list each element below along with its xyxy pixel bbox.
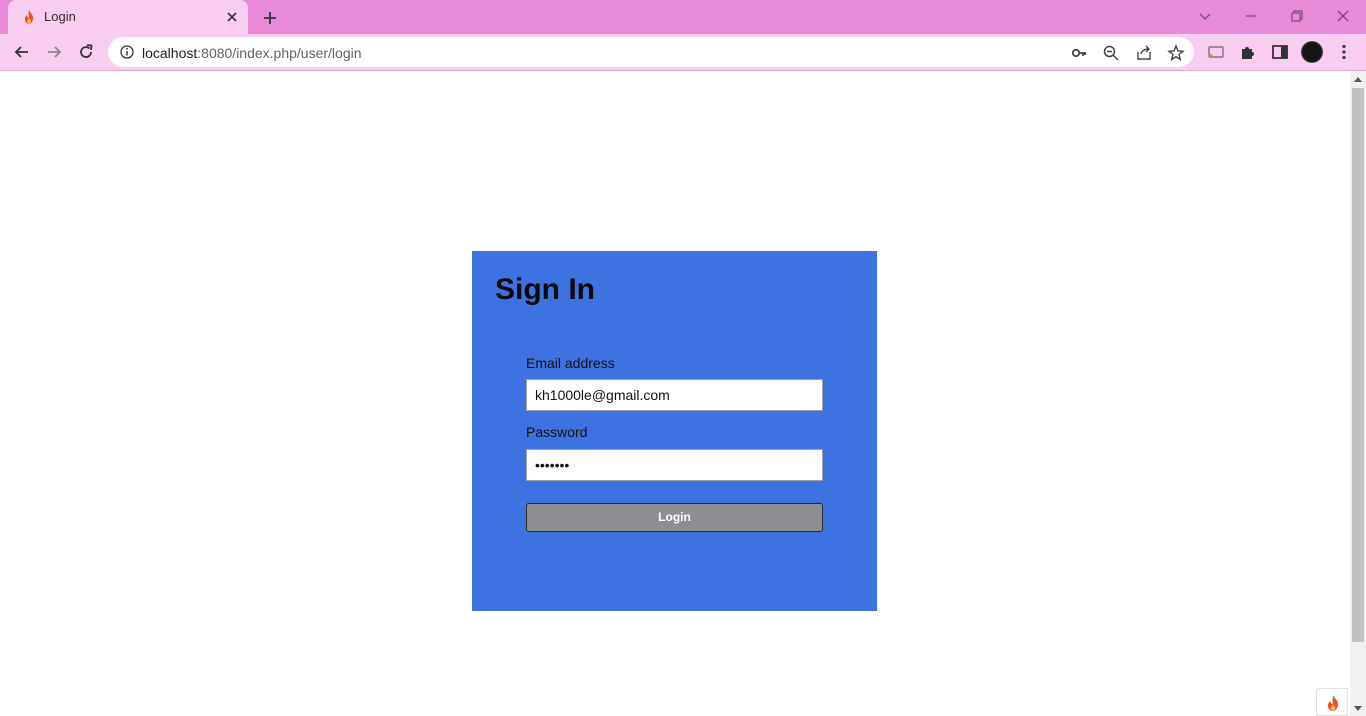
plus-icon[interactable]: [260, 8, 280, 28]
tab-title: Login: [44, 9, 76, 24]
arrow-left-icon[interactable]: [12, 42, 32, 62]
url-text: localhost:8080/index.php/user/login: [142, 45, 362, 61]
puzzle-icon[interactable]: [1238, 42, 1258, 62]
browser-titlebar: Login: [0, 0, 1366, 34]
flame-icon: [1328, 695, 1338, 711]
login-button[interactable]: Login: [526, 503, 823, 532]
window-close-icon[interactable]: [1333, 6, 1353, 26]
restore-icon[interactable]: [1287, 6, 1307, 26]
scrollbar-thumb[interactable]: [1352, 88, 1364, 642]
profile-avatar[interactable]: [1301, 41, 1323, 63]
scroll-up-arrow-icon[interactable]: [1353, 75, 1363, 83]
key-icon[interactable]: [1070, 44, 1088, 62]
login-card: Sign In Email address Password Login: [472, 251, 877, 611]
star-icon[interactable]: [1167, 44, 1185, 62]
side-panel-icon[interactable]: [1270, 42, 1290, 62]
browser-tab[interactable]: Login: [8, 0, 248, 34]
browser-toolbar: localhost:8080/index.php/user/login: [0, 34, 1366, 71]
arrow-right-icon[interactable]: [44, 42, 64, 62]
close-icon[interactable]: [224, 9, 240, 25]
email-field[interactable]: [526, 379, 823, 411]
cast-icon[interactable]: [1206, 42, 1226, 62]
reload-icon[interactable]: [76, 42, 96, 62]
scroll-down-arrow-icon[interactable]: [1353, 705, 1363, 713]
zoom-out-icon[interactable]: [1102, 44, 1120, 62]
info-icon[interactable]: [119, 44, 135, 60]
password-field[interactable]: [526, 449, 823, 481]
minimize-icon[interactable]: [1241, 6, 1261, 26]
extension-badge[interactable]: [1316, 688, 1348, 716]
password-label: Password: [526, 424, 588, 440]
kebab-menu-icon[interactable]: [1334, 42, 1354, 62]
address-bar[interactable]: localhost:8080/index.php/user/login: [108, 37, 1194, 67]
chevron-down-icon[interactable]: [1195, 6, 1215, 26]
page-title: Sign In: [495, 273, 595, 306]
share-icon[interactable]: [1135, 44, 1153, 62]
flame-icon: [25, 10, 33, 24]
email-label: Email address: [526, 355, 615, 371]
